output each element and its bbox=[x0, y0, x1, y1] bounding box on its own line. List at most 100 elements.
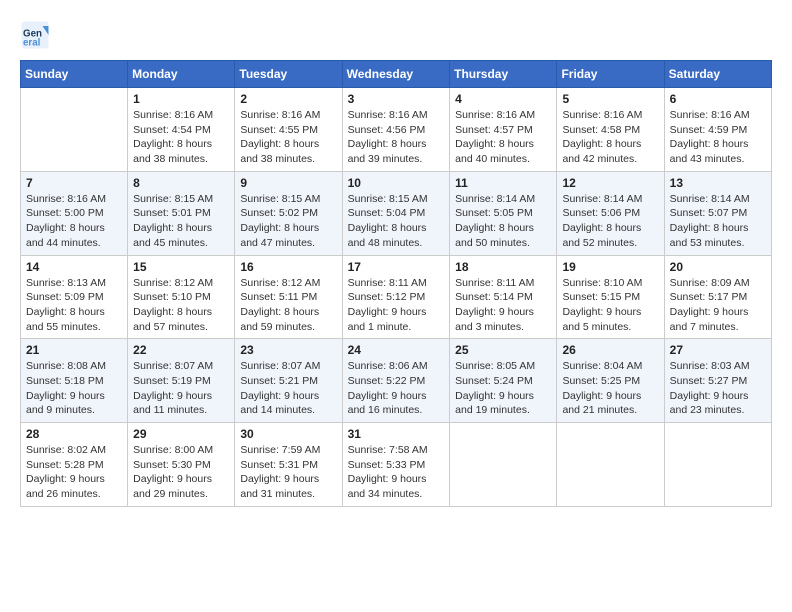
day-number: 20 bbox=[670, 260, 766, 274]
header-row: SundayMondayTuesdayWednesdayThursdayFrid… bbox=[21, 61, 772, 88]
day-info: Sunrise: 8:04 AM Sunset: 5:25 PM Dayligh… bbox=[562, 359, 658, 418]
calendar-cell: 1Sunrise: 8:16 AM Sunset: 4:54 PM Daylig… bbox=[128, 88, 235, 172]
day-number: 1 bbox=[133, 92, 229, 106]
logo: Gen eral bbox=[20, 20, 52, 50]
calendar-cell: 26 Sunrise: 8:04 AM Sunset: 5:25 PM Dayli… bbox=[557, 339, 664, 423]
day-info: Sunrise: 7:58 AM Sunset: 5:33 PM Dayligh… bbox=[348, 443, 445, 502]
day-number: 6 bbox=[670, 92, 766, 106]
calendar-cell: 15 Sunrise: 8:12 AM Sunset: 5:10 PM Dayli… bbox=[128, 255, 235, 339]
day-number: 5 bbox=[562, 92, 658, 106]
week-row-3: 14 Sunrise: 8:13 AM Sunset: 5:09 PM Dayli… bbox=[21, 255, 772, 339]
calendar-cell: 11 Sunrise: 8:14 AM Sunset: 5:05 PM Dayli… bbox=[450, 171, 557, 255]
day-info: Sunrise: 8:02 AM Sunset: 5:28 PM Dayligh… bbox=[26, 443, 122, 502]
calendar-cell: 13Sunrise: 8:14 AM Sunset: 5:07 PM Dayli… bbox=[664, 171, 771, 255]
day-number: 11 bbox=[455, 176, 551, 190]
header-day-saturday: Saturday bbox=[664, 61, 771, 88]
calendar-cell: 10Sunrise: 8:15 AM Sunset: 5:04 PM Dayli… bbox=[342, 171, 450, 255]
header-day-tuesday: Tuesday bbox=[235, 61, 342, 88]
header-day-monday: Monday bbox=[128, 61, 235, 88]
day-info: Sunrise: 8:16 AM Sunset: 4:57 PM Dayligh… bbox=[455, 108, 551, 167]
calendar-cell bbox=[21, 88, 128, 172]
day-info: Sunrise: 8:07 AM Sunset: 5:19 PM Dayligh… bbox=[133, 359, 229, 418]
calendar-cell: 5Sunrise: 8:16 AM Sunset: 4:58 PM Daylig… bbox=[557, 88, 664, 172]
header-day-thursday: Thursday bbox=[450, 61, 557, 88]
day-info: Sunrise: 8:05 AM Sunset: 5:24 PM Dayligh… bbox=[455, 359, 551, 418]
calendar-cell bbox=[664, 423, 771, 507]
day-number: 16 bbox=[240, 260, 336, 274]
week-row-1: 1Sunrise: 8:16 AM Sunset: 4:54 PM Daylig… bbox=[21, 88, 772, 172]
logo-icon: Gen eral bbox=[20, 20, 50, 50]
calendar-cell: 9 Sunrise: 8:15 AM Sunset: 5:02 PM Daylig… bbox=[235, 171, 342, 255]
day-number: 17 bbox=[348, 260, 445, 274]
day-info: Sunrise: 8:11 AM Sunset: 5:14 PM Dayligh… bbox=[455, 276, 551, 335]
day-info: Sunrise: 8:08 AM Sunset: 5:18 PM Dayligh… bbox=[26, 359, 122, 418]
calendar-cell: 16 Sunrise: 8:12 AM Sunset: 5:11 PM Dayli… bbox=[235, 255, 342, 339]
day-number: 30 bbox=[240, 427, 336, 441]
calendar-table: SundayMondayTuesdayWednesdayThursdayFrid… bbox=[20, 60, 772, 507]
week-row-4: 21 Sunrise: 8:08 AM Sunset: 5:18 PM Dayli… bbox=[21, 339, 772, 423]
day-number: 18 bbox=[455, 260, 551, 274]
day-info: Sunrise: 8:16 AM Sunset: 5:00 PM Dayligh… bbox=[26, 192, 122, 251]
day-info: Sunrise: 8:12 AM Sunset: 5:10 PM Dayligh… bbox=[133, 276, 229, 335]
day-info: Sunrise: 8:15 AM Sunset: 5:01 PM Dayligh… bbox=[133, 192, 229, 251]
day-number: 2 bbox=[240, 92, 336, 106]
day-info: Sunrise: 8:15 AM Sunset: 5:04 PM Dayligh… bbox=[348, 192, 445, 251]
calendar-cell: 8 Sunrise: 8:15 AM Sunset: 5:01 PM Daylig… bbox=[128, 171, 235, 255]
calendar-body: 1Sunrise: 8:16 AM Sunset: 4:54 PM Daylig… bbox=[21, 88, 772, 507]
calendar-cell bbox=[450, 423, 557, 507]
calendar-cell: 18 Sunrise: 8:11 AM Sunset: 5:14 PM Dayli… bbox=[450, 255, 557, 339]
day-number: 29 bbox=[133, 427, 229, 441]
calendar-cell: 22Sunrise: 8:07 AM Sunset: 5:19 PM Dayli… bbox=[128, 339, 235, 423]
calendar-cell: 30Sunrise: 7:59 AM Sunset: 5:31 PM Dayli… bbox=[235, 423, 342, 507]
day-number: 9 bbox=[240, 176, 336, 190]
day-info: Sunrise: 8:11 AM Sunset: 5:12 PM Dayligh… bbox=[348, 276, 445, 335]
day-number: 24 bbox=[348, 343, 445, 357]
calendar-cell: 21 Sunrise: 8:08 AM Sunset: 5:18 PM Dayli… bbox=[21, 339, 128, 423]
day-info: Sunrise: 8:13 AM Sunset: 5:09 PM Dayligh… bbox=[26, 276, 122, 335]
calendar-cell: 23Sunrise: 8:07 AM Sunset: 5:21 PM Dayli… bbox=[235, 339, 342, 423]
day-number: 19 bbox=[562, 260, 658, 274]
svg-text:eral: eral bbox=[23, 38, 41, 49]
calendar-cell: 25 Sunrise: 8:05 AM Sunset: 5:24 PM Dayli… bbox=[450, 339, 557, 423]
day-number: 4 bbox=[455, 92, 551, 106]
day-info: Sunrise: 8:15 AM Sunset: 5:02 PM Dayligh… bbox=[240, 192, 336, 251]
calendar-cell: 28 Sunrise: 8:02 AM Sunset: 5:28 PM Dayli… bbox=[21, 423, 128, 507]
calendar-cell: 3 Sunrise: 8:16 AM Sunset: 4:56 PM Daylig… bbox=[342, 88, 450, 172]
day-number: 15 bbox=[133, 260, 229, 274]
day-number: 3 bbox=[348, 92, 445, 106]
calendar-cell: 20 Sunrise: 8:09 AM Sunset: 5:17 PM Dayli… bbox=[664, 255, 771, 339]
calendar-cell: 24 Sunrise: 8:06 AM Sunset: 5:22 PM Dayli… bbox=[342, 339, 450, 423]
day-number: 26 bbox=[562, 343, 658, 357]
day-info: Sunrise: 8:12 AM Sunset: 5:11 PM Dayligh… bbox=[240, 276, 336, 335]
day-number: 25 bbox=[455, 343, 551, 357]
calendar-cell bbox=[557, 423, 664, 507]
day-info: Sunrise: 8:10 AM Sunset: 5:15 PM Dayligh… bbox=[562, 276, 658, 335]
calendar-cell: 6 Sunrise: 8:16 AM Sunset: 4:59 PM Daylig… bbox=[664, 88, 771, 172]
day-info: Sunrise: 8:14 AM Sunset: 5:06 PM Dayligh… bbox=[562, 192, 658, 251]
day-number: 8 bbox=[133, 176, 229, 190]
day-number: 14 bbox=[26, 260, 122, 274]
day-info: Sunrise: 8:09 AM Sunset: 5:17 PM Dayligh… bbox=[670, 276, 766, 335]
header-day-friday: Friday bbox=[557, 61, 664, 88]
calendar-cell: 14 Sunrise: 8:13 AM Sunset: 5:09 PM Dayli… bbox=[21, 255, 128, 339]
calendar-cell: 27Sunrise: 8:03 AM Sunset: 5:27 PM Dayli… bbox=[664, 339, 771, 423]
day-info: Sunrise: 8:16 AM Sunset: 4:55 PM Dayligh… bbox=[240, 108, 336, 167]
day-info: Sunrise: 8:06 AM Sunset: 5:22 PM Dayligh… bbox=[348, 359, 445, 418]
week-row-2: 7 Sunrise: 8:16 AM Sunset: 5:00 PM Daylig… bbox=[21, 171, 772, 255]
day-number: 12 bbox=[562, 176, 658, 190]
day-number: 28 bbox=[26, 427, 122, 441]
calendar-cell: 19 Sunrise: 8:10 AM Sunset: 5:15 PM Dayli… bbox=[557, 255, 664, 339]
day-info: Sunrise: 8:14 AM Sunset: 5:05 PM Dayligh… bbox=[455, 192, 551, 251]
calendar-cell: 17 Sunrise: 8:11 AM Sunset: 5:12 PM Dayli… bbox=[342, 255, 450, 339]
week-row-5: 28 Sunrise: 8:02 AM Sunset: 5:28 PM Dayli… bbox=[21, 423, 772, 507]
calendar-header: SundayMondayTuesdayWednesdayThursdayFrid… bbox=[21, 61, 772, 88]
day-number: 27 bbox=[670, 343, 766, 357]
calendar-cell: 4 Sunrise: 8:16 AM Sunset: 4:57 PM Daylig… bbox=[450, 88, 557, 172]
day-number: 21 bbox=[26, 343, 122, 357]
day-info: Sunrise: 8:16 AM Sunset: 4:56 PM Dayligh… bbox=[348, 108, 445, 167]
day-info: Sunrise: 8:16 AM Sunset: 4:59 PM Dayligh… bbox=[670, 108, 766, 167]
header-day-sunday: Sunday bbox=[21, 61, 128, 88]
day-info: Sunrise: 8:00 AM Sunset: 5:30 PM Dayligh… bbox=[133, 443, 229, 502]
calendar-cell: 31Sunrise: 7:58 AM Sunset: 5:33 PM Dayli… bbox=[342, 423, 450, 507]
day-number: 7 bbox=[26, 176, 122, 190]
